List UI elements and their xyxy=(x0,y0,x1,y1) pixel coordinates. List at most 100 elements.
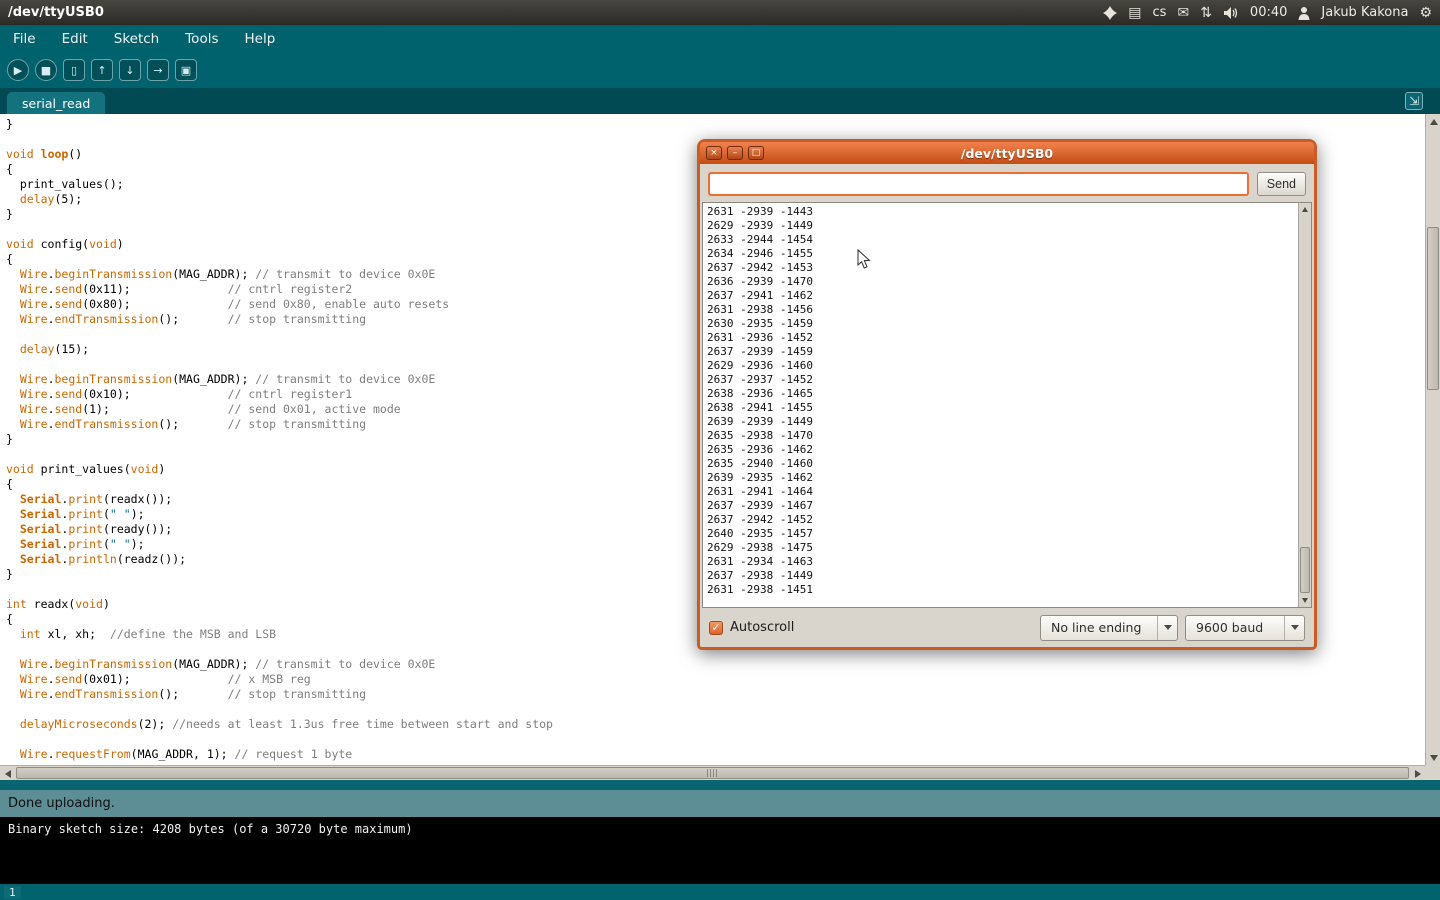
serial-output-area[interactable]: 2631 -2939 -14432629 -2939 -14492633 -29… xyxy=(702,202,1312,608)
user-icon xyxy=(1298,6,1310,20)
serial-scroll-up-button[interactable] xyxy=(1299,203,1311,216)
save-button[interactable]: ↓ xyxy=(119,59,141,81)
gear-icon[interactable]: ⚙ xyxy=(1419,6,1432,20)
code-line: Wire.beginTransmission(MAG_ADDR); // tra… xyxy=(6,657,1425,672)
chevron-down-icon[interactable] xyxy=(1157,616,1177,640)
verify-button[interactable]: ▶ xyxy=(7,59,29,81)
console-text: Binary sketch size: 4208 bytes (of a 307… xyxy=(8,822,413,836)
serial-monitor-controls: ✓ Autoscroll No line ending 9600 baud xyxy=(700,608,1314,647)
send-button[interactable]: Send xyxy=(1257,172,1306,196)
new-sketch-button[interactable]: ▯ xyxy=(63,59,85,81)
toolbar: ▶ ■ ▯ ↑ ↓ → ▣ xyxy=(0,52,1440,88)
scroll-right-button[interactable] xyxy=(1410,766,1425,781)
serial-send-input[interactable] xyxy=(708,172,1249,196)
open-button[interactable]: ↑ xyxy=(91,59,113,81)
serial-data-line: 2631 -2934 -1463 xyxy=(707,555,1311,569)
code-line: Wire.send(0x01); // x MSB reg xyxy=(6,672,1425,687)
scroll-down-button[interactable] xyxy=(1426,750,1440,765)
build-console: Binary sketch size: 4208 bytes (of a 307… xyxy=(0,817,1440,884)
baud-rate-select[interactable]: 9600 baud xyxy=(1185,615,1305,641)
status-strip xyxy=(0,780,1440,790)
keyboard-layout-indicator[interactable]: cs xyxy=(1153,5,1167,20)
chevron-down-icon[interactable] xyxy=(1284,616,1304,640)
footer-bar: 1 xyxy=(0,884,1440,900)
serial-data-line: 2635 -2940 -1460 xyxy=(707,457,1311,471)
serial-data-line: 2635 -2938 -1470 xyxy=(707,429,1311,443)
menu-edit[interactable]: Edit xyxy=(59,29,91,49)
code-line: } xyxy=(6,117,1425,132)
editor-horizontal-scrollbar[interactable] xyxy=(0,765,1425,780)
autoscroll-checkbox[interactable]: ✓ xyxy=(709,621,723,635)
serial-data-line: 2630 -2935 -1459 xyxy=(707,317,1311,331)
serial-data-line: 2633 -2944 -1454 xyxy=(707,233,1311,247)
serial-data-line: 2635 -2936 -1462 xyxy=(707,443,1311,457)
line-ending-value: No line ending xyxy=(1041,616,1157,640)
vertical-scroll-thumb[interactable] xyxy=(1427,227,1439,390)
tab-bar: serial_read ⇲ xyxy=(0,88,1440,114)
scroll-up-button[interactable] xyxy=(1426,114,1440,129)
serial-data-line: 2631 -2941 -1464 xyxy=(707,485,1311,499)
menu-sketch[interactable]: Sketch xyxy=(111,29,162,49)
menu-tools[interactable]: Tools xyxy=(182,29,221,49)
code-line: Wire.endTransmission(); // stop transmit… xyxy=(6,687,1425,702)
session-username[interactable]: Jakub Kakona xyxy=(1321,5,1408,20)
close-button[interactable]: × xyxy=(706,146,722,160)
indicator-star-icon[interactable] xyxy=(1103,6,1117,20)
serial-data-line: 2629 -2936 -1460 xyxy=(707,359,1311,373)
scrollbar-corner xyxy=(1425,765,1440,780)
serial-data-line: 2637 -2941 -1462 xyxy=(707,289,1311,303)
serial-data-line: 2639 -2939 -1449 xyxy=(707,415,1311,429)
window-buttons: ×–□ xyxy=(706,146,764,160)
serial-data-line: 2637 -2939 -1459 xyxy=(707,345,1311,359)
status-message: Done uploading. xyxy=(8,796,115,811)
serial-scroll-thumb[interactable] xyxy=(1300,547,1310,593)
line-ending-select[interactable]: No line ending xyxy=(1040,615,1178,641)
maximize-button[interactable]: □ xyxy=(748,146,764,160)
screen: /dev/ttyUSB0 ▤ cs ✉ ⇅ 00:40 Jakub Kakona… xyxy=(0,0,1440,900)
volume-icon[interactable] xyxy=(1223,6,1239,20)
panel-window-title: /dev/ttyUSB0 xyxy=(8,5,104,20)
code-line: Wire.requestFrom(MAG_ADDR, 1); // reques… xyxy=(6,747,1425,762)
stop-button[interactable]: ■ xyxy=(35,59,57,81)
code-line xyxy=(6,732,1425,747)
serial-data-line: 2629 -2939 -1449 xyxy=(707,219,1311,233)
autoscroll-label: Autoscroll xyxy=(730,620,794,635)
top-panel: /dev/ttyUSB0 ▤ cs ✉ ⇅ 00:40 Jakub Kakona… xyxy=(0,0,1440,25)
serial-data-line: 2639 -2935 -1462 xyxy=(707,471,1311,485)
line-indicator: 1 xyxy=(4,886,21,899)
minimize-button[interactable]: – xyxy=(727,146,743,160)
serial-data-line: 2631 -2939 -1443 xyxy=(707,205,1311,219)
mail-icon[interactable]: ✉ xyxy=(1177,6,1189,20)
serial-data-line: 2638 -2936 -1465 xyxy=(707,387,1311,401)
panel-indicators: ▤ cs ✉ ⇅ 00:40 Jakub Kakona ⚙ xyxy=(1103,5,1432,20)
baud-rate-value: 9600 baud xyxy=(1186,616,1284,640)
serial-monitor-button[interactable]: ▣ xyxy=(175,59,197,81)
serial-data-line: 2636 -2939 -1470 xyxy=(707,275,1311,289)
serial-data-line: 2629 -2938 -1475 xyxy=(707,541,1311,555)
serial-data-line: 2637 -2942 -1452 xyxy=(707,513,1311,527)
serial-scroll-down-button[interactable] xyxy=(1299,594,1311,607)
serial-data-line: 2631 -2938 -1451 xyxy=(707,583,1311,597)
scroll-left-button[interactable] xyxy=(0,766,15,781)
upload-button[interactable]: → xyxy=(147,59,169,81)
menu-file[interactable]: File xyxy=(10,29,39,49)
serial-data-line: 2637 -2937 -1452 xyxy=(707,373,1311,387)
serial-output-lines: 2631 -2939 -14432629 -2939 -14492633 -29… xyxy=(703,203,1311,597)
serial-data-line: 2631 -2938 -1456 xyxy=(707,303,1311,317)
serial-scrollbar[interactable] xyxy=(1298,203,1311,607)
clock[interactable]: 00:40 xyxy=(1250,5,1287,20)
code-line xyxy=(6,702,1425,717)
serial-data-line: 2637 -2938 -1449 xyxy=(707,569,1311,583)
code-line: delayMicroseconds(2); //needs at least 1… xyxy=(6,717,1425,732)
horizontal-scroll-thumb[interactable] xyxy=(16,767,1409,779)
keyboard-icon[interactable]: ▤ xyxy=(1128,6,1141,20)
status-bar: Done uploading. xyxy=(0,790,1440,817)
editor-vertical-scrollbar[interactable] xyxy=(1425,114,1440,765)
serial-data-line: 2640 -2935 -1457 xyxy=(707,527,1311,541)
tab-serial-read[interactable]: serial_read xyxy=(7,92,105,114)
menu-help[interactable]: Help xyxy=(242,29,279,49)
tab-menu-button[interactable]: ⇲ xyxy=(1405,92,1423,110)
network-icon[interactable]: ⇅ xyxy=(1200,6,1212,20)
scroll-grip xyxy=(707,769,719,777)
serial-monitor-titlebar[interactable]: ×–□ /dev/ttyUSB0 xyxy=(700,142,1314,164)
